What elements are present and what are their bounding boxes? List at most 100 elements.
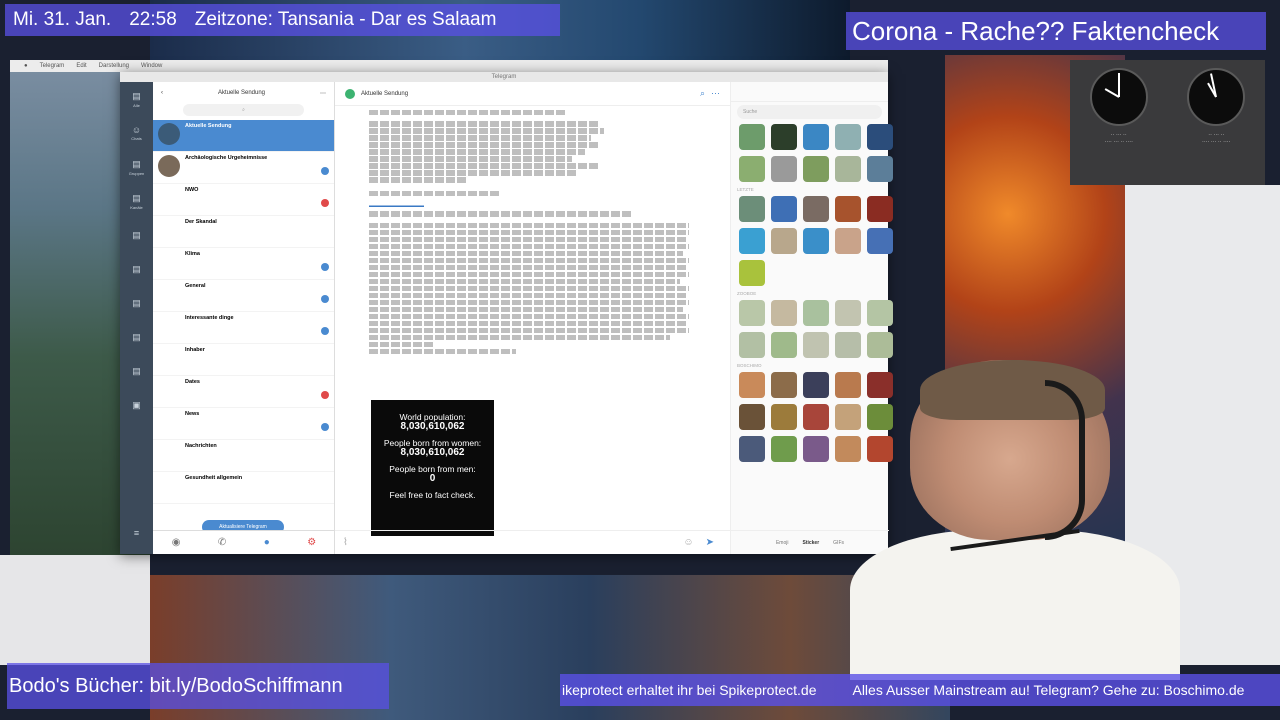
sticker[interactable] [835, 156, 861, 182]
chat-item[interactable]: Klima [153, 248, 334, 280]
more-icon[interactable]: ⋯ [711, 88, 720, 99]
forwarded-link[interactable]: ▬▬▬▬▬▬▬▬▬▬▬ [369, 203, 696, 209]
sticker[interactable] [739, 404, 765, 430]
chat-item-aktuelle-sendung[interactable]: Aktuelle Sendung [153, 120, 334, 152]
chatlist-search[interactable]: ⌕ [183, 104, 304, 116]
chat-item[interactable]: Interessante dinge [153, 312, 334, 344]
sticker[interactable] [867, 332, 893, 358]
books-label: Bodo's Bücher: bit.ly/BodoSchiffmann [9, 674, 343, 697]
tab-sticker[interactable]: Sticker [802, 540, 819, 546]
menu-darstellung[interactable]: Darstellung [99, 63, 129, 69]
fact-check-label: Feel free to fact check. [389, 490, 476, 500]
sticker[interactable] [835, 436, 861, 462]
chat-icon[interactable]: ▤ Alle [120, 82, 153, 116]
settings-icon[interactable]: ⚙ [307, 537, 316, 548]
folder-icon[interactable]: ▤ [120, 320, 153, 354]
folder-icon[interactable]: ▤ [120, 286, 153, 320]
sticker[interactable] [835, 228, 861, 254]
sticker[interactable] [739, 124, 765, 150]
chat-item[interactable]: NWO [153, 184, 334, 216]
sticker[interactable] [771, 300, 797, 326]
chat-item[interactable]: Inhaber [153, 344, 334, 376]
sticker-set-tabs[interactable] [731, 82, 888, 102]
message-input-bar[interactable]: ⌇ ☺ ➤ [335, 530, 730, 554]
sticker[interactable] [739, 228, 765, 254]
sticker[interactable] [867, 228, 893, 254]
sticker[interactable] [771, 436, 797, 462]
archive-icon[interactable]: ▣ [120, 388, 153, 422]
settings-icon[interactable]: ≡ [120, 516, 153, 550]
chat-item[interactable]: Dates [153, 376, 334, 408]
send-icon[interactable]: ➤ [706, 537, 714, 548]
tab-emoji[interactable]: Emoji [776, 540, 789, 546]
sticker[interactable] [771, 156, 797, 182]
folder-icon[interactable]: ▤ [120, 252, 153, 286]
chat-item[interactable]: Der Skandal [153, 216, 334, 248]
sticker[interactable] [803, 196, 829, 222]
menu-window[interactable]: Window [141, 63, 162, 69]
sticker[interactable] [835, 332, 861, 358]
sticker[interactable] [867, 124, 893, 150]
groups-icon[interactable]: ▤ Gruppen [120, 150, 153, 184]
sticker[interactable] [771, 124, 797, 150]
sticker[interactable] [739, 300, 765, 326]
sticker[interactable] [739, 372, 765, 398]
sticker[interactable] [835, 372, 861, 398]
folder-icon[interactable]: ▤ [120, 218, 153, 252]
sticker[interactable] [835, 196, 861, 222]
calls-icon[interactable]: ✆ [218, 537, 226, 548]
chat-item[interactable]: Gesundheit allgemein [153, 472, 334, 504]
sticker[interactable] [835, 124, 861, 150]
avatar [158, 347, 180, 369]
sticker[interactable] [771, 372, 797, 398]
more-icon[interactable]: ⋯ [320, 90, 326, 97]
sticker[interactable] [739, 260, 765, 286]
sticker[interactable] [803, 228, 829, 254]
sticker[interactable] [803, 436, 829, 462]
sticker[interactable] [739, 332, 765, 358]
chats-icon[interactable]: ● [264, 537, 270, 548]
sticker[interactable] [803, 300, 829, 326]
chat-item[interactable]: News [153, 408, 334, 440]
sticker[interactable] [739, 196, 765, 222]
apple-icon[interactable]: ● [24, 63, 28, 69]
back-icon[interactable]: ‹ [161, 90, 163, 96]
users-icon[interactable]: ☺ Chats [120, 116, 153, 150]
sticker-search[interactable]: Suche [737, 105, 882, 119]
sticker[interactable] [803, 156, 829, 182]
sticker[interactable] [867, 372, 893, 398]
sticker[interactable] [771, 228, 797, 254]
sticker[interactable] [771, 404, 797, 430]
sticker[interactable] [867, 436, 893, 462]
sticker[interactable] [803, 332, 829, 358]
window-title: Telegram [120, 72, 888, 82]
contacts-icon[interactable]: ◉ [172, 537, 181, 548]
tab-gifs[interactable]: GIFs [833, 540, 844, 546]
menu-edit[interactable]: Edit [76, 63, 86, 69]
population-image-post[interactable]: World population: 8,030,610,062 People b… [371, 400, 494, 536]
emoji-icon[interactable]: ☺ [683, 537, 693, 548]
sticker[interactable] [835, 404, 861, 430]
chat-item[interactable]: Nachrichten [153, 440, 334, 472]
channels-icon[interactable]: ▤ Kanäle [120, 184, 153, 218]
date-label: Mi. 31. Jan. [13, 9, 112, 30]
sticker[interactable] [867, 156, 893, 182]
sticker[interactable] [771, 332, 797, 358]
search-icon[interactable]: ⌕ [700, 88, 705, 99]
minute-hand [1117, 73, 1120, 97]
sticker[interactable] [867, 196, 893, 222]
attach-icon[interactable]: ⌇ [343, 537, 348, 548]
sticker[interactable] [803, 372, 829, 398]
sticker[interactable] [803, 404, 829, 430]
sticker[interactable] [739, 436, 765, 462]
sticker[interactable] [771, 196, 797, 222]
chat-item[interactable]: General [153, 280, 334, 312]
sticker[interactable] [835, 300, 861, 326]
sticker[interactable] [867, 300, 893, 326]
sticker[interactable] [739, 156, 765, 182]
folder-icon[interactable]: ▤ [120, 354, 153, 388]
chat-item[interactable]: Archäologische Urgeheimnisse [153, 152, 334, 184]
sticker[interactable] [867, 404, 893, 430]
sticker[interactable] [803, 124, 829, 150]
menu-telegram[interactable]: Telegram [40, 63, 65, 69]
